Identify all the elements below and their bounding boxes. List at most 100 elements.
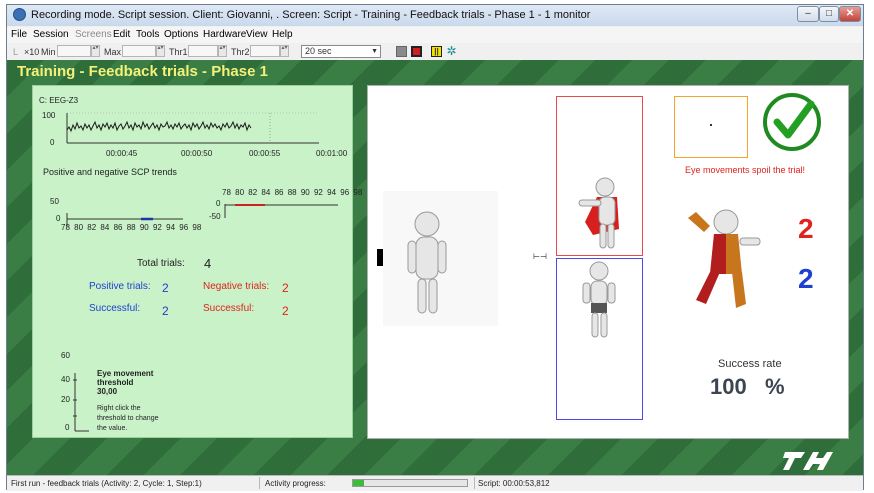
status-divider: [259, 477, 260, 489]
script-time: Script: 00:00:53,812: [478, 479, 550, 488]
min-spinner[interactable]: ▴▾: [91, 45, 100, 57]
checkmark-icon: [763, 93, 821, 151]
monitor-graphics: [66, 112, 338, 432]
min-label: Min: [41, 47, 56, 57]
monitor-panel: C: EEG-Z3 100 0 00:00:45 00:00:50 00:00:…: [32, 85, 362, 438]
activity-progress-bar: [352, 479, 468, 487]
negative-successful-value: 2: [282, 304, 289, 318]
menu-tools[interactable]: Tools: [136, 29, 159, 40]
trends-title: Positive and negative SCP trends: [43, 167, 177, 177]
positive-successful-value: 2: [162, 304, 169, 318]
eye-threshold-hint: Right click the threshold to change the …: [97, 405, 159, 432]
max-label: Max: [104, 47, 122, 57]
eeg-x-tick: 00:01:00: [316, 149, 348, 158]
close-button[interactable]: ✕: [839, 6, 861, 22]
eeg-y-tick: 0: [50, 138, 55, 147]
application-window: Recording mode. Script session. Client: …: [6, 4, 864, 491]
eye-y-tick: 0: [65, 423, 70, 432]
eye-movement-box: [674, 96, 748, 158]
negative-trials-label: Negative trials:: [203, 281, 270, 292]
logo-icon: [783, 452, 833, 470]
maximize-button[interactable]: □: [819, 6, 839, 22]
max-field[interactable]: [122, 45, 156, 57]
eye-threshold-value[interactable]: 30,00: [97, 387, 153, 396]
pos-trend-y-tick: 0: [56, 214, 61, 223]
eeg-x-tick: 00:00:45: [106, 149, 138, 158]
negative-target-box: [556, 258, 643, 420]
pause-icon[interactable]: ||: [431, 46, 442, 57]
eye-movement-warning: Eye movements spoil the trial!: [685, 165, 806, 175]
eeg-y-tick: 100: [42, 111, 56, 120]
neg-trend-y-tick: -50: [209, 212, 221, 221]
scale-x10-label[interactable]: ×10: [24, 47, 39, 57]
pos-trend-x-ticks: 78 80 82 84 86 88 90 92 94 96 98: [61, 223, 202, 232]
menu-edit[interactable]: Edit: [113, 29, 130, 40]
eye-y-tick: 60: [61, 351, 70, 360]
success-rate-unit: %: [765, 374, 785, 399]
menu-options[interactable]: Options: [164, 29, 198, 40]
total-trials-value: 4: [204, 256, 212, 271]
toolbar: L ×10 Min ▴▾ Max ▴▾ Thr1 ▴▾ Thr2 ▴▾ 20 s…: [7, 43, 863, 61]
success-rate-value: 100: [710, 374, 747, 399]
eeg-x-tick: 00:00:55: [249, 149, 281, 158]
positive-score: 2: [798, 213, 814, 244]
weak-figure-image: [582, 261, 616, 338]
record-icon[interactable]: [411, 46, 422, 57]
menu-bar: File Session Screens Edit Tools Options …: [7, 27, 863, 43]
screen-title: Training - Feedback trials - Phase 1: [17, 63, 268, 80]
status-bar: First run - feedback trials (Activity: 2…: [7, 475, 863, 491]
menu-session[interactable]: Session: [33, 29, 69, 40]
thr1-spinner[interactable]: ▴▾: [218, 45, 227, 57]
menu-hardware[interactable]: Hardware: [203, 29, 246, 40]
settings-gear-icon[interactable]: ✲: [446, 45, 457, 57]
progress-label: Activity progress:: [265, 479, 326, 488]
feedback-panel: ⊢⊣ Eye movements spoil the trial! 2 2 Su…: [367, 85, 849, 439]
cursor-icon[interactable]: L: [13, 47, 18, 57]
status-divider: [474, 477, 475, 489]
title-bar: Recording mode. Script session. Client: …: [7, 5, 863, 26]
menu-screens[interactable]: Screens: [75, 29, 112, 40]
fixation-marker: ⊢⊣: [533, 252, 547, 261]
menu-view[interactable]: View: [246, 29, 268, 40]
jester-reward-image: [688, 209, 761, 308]
neutral-figure-image: [383, 191, 498, 326]
eeg-x-tick: 00:00:50: [181, 149, 213, 158]
eye-y-tick: 20: [61, 395, 70, 404]
positive-successful-label: Successful:: [89, 303, 141, 314]
duration-select[interactable]: 20 sec ▼: [301, 45, 381, 58]
chevron-down-icon: ▼: [371, 48, 378, 55]
neg-trend-y-tick: 0: [216, 199, 221, 208]
positive-trials-value: 2: [162, 281, 169, 295]
min-field[interactable]: [57, 45, 91, 57]
menu-help[interactable]: Help: [272, 29, 293, 40]
eye-y-tick: 40: [61, 375, 70, 384]
duration-value: 20 sec: [305, 46, 332, 56]
neg-trend-x-ticks: 78 80 82 84 86 88 90 92 94 96 98: [222, 188, 363, 197]
window-title: Recording mode. Script session. Client: …: [31, 9, 591, 21]
pos-trend-y-tick: 50: [50, 197, 59, 206]
thr2-field[interactable]: [250, 45, 280, 57]
minimize-button[interactable]: –: [797, 6, 819, 22]
activity-progress-fill: [353, 480, 365, 486]
app-icon: [13, 8, 26, 21]
positive-target-box: [556, 96, 643, 256]
thr2-label: Thr2: [231, 47, 250, 57]
negative-successful-label: Successful:: [203, 303, 255, 314]
thr2-spinner[interactable]: ▴▾: [280, 45, 289, 57]
success-rate-label: Success rate: [718, 358, 782, 370]
stop-icon[interactable]: [396, 46, 407, 57]
superhero-figure-image: [578, 177, 619, 249]
session-screen: Training - Feedback trials - Phase 1 C: …: [7, 60, 863, 475]
menu-file[interactable]: File: [11, 29, 27, 40]
run-status: First run - feedback trials (Activity: 2…: [11, 479, 202, 488]
thr1-field[interactable]: [188, 45, 218, 57]
max-spinner[interactable]: ▴▾: [156, 45, 165, 57]
total-trials-label: Total trials:: [137, 258, 185, 269]
eye-position-dot: [710, 124, 712, 126]
negative-trials-value: 2: [282, 281, 289, 295]
thr1-label: Thr1: [169, 47, 188, 57]
eeg-signal-trace: [66, 120, 252, 133]
positive-trials-label: Positive trials:: [89, 281, 151, 292]
negative-score: 2: [798, 263, 814, 294]
eye-threshold-title: Eye movement threshold 30,00: [97, 369, 154, 396]
